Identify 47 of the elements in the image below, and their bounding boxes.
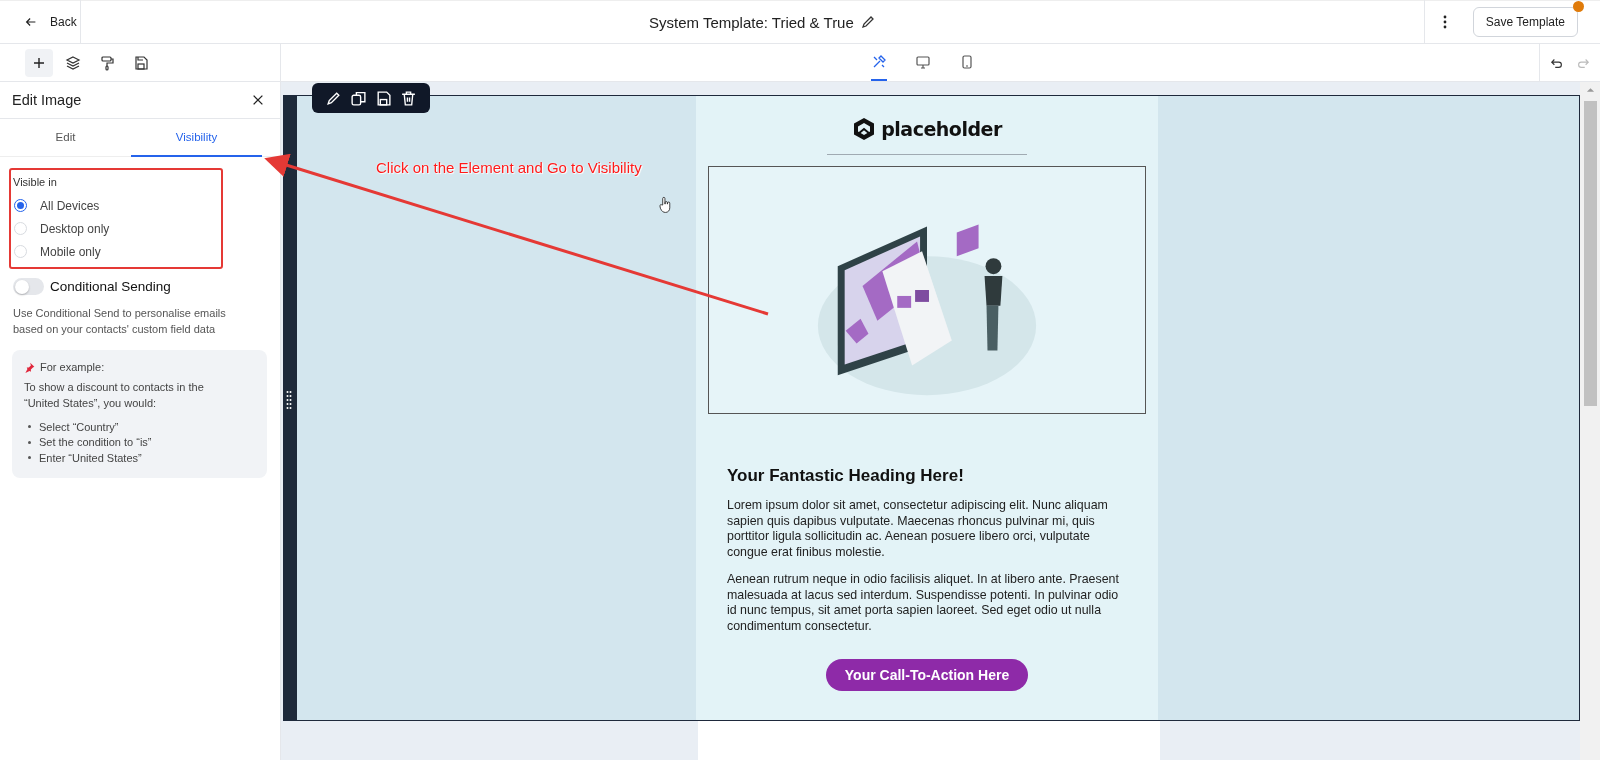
example-step: Enter “United States” [39,451,142,464]
bullet-icon [28,425,31,429]
radio-label[interactable]: All Devices [40,198,100,213]
pencil-icon[interactable] [859,14,876,30]
monitor-icon [915,53,931,70]
scrollbar[interactable] [1580,82,1600,760]
trash-icon[interactable] [400,89,417,107]
panel-tab[interactable]: Visibility [131,119,262,157]
example-step: Set the condition to “is” [39,436,152,449]
email-heading: Your Fantastic Heading Here! [727,466,965,486]
radio-label[interactable]: Mobile only [40,244,101,259]
logo-text: placeholder [881,118,1002,140]
save-template-button[interactable]: Save Template [1472,7,1578,37]
pushpin-icon [24,361,35,373]
save-icon[interactable] [375,89,392,107]
hand-cursor-icon [659,196,672,214]
example-step: Select “Country” [39,420,119,433]
template-title: System Template: Tried & True [649,13,854,31]
call-to-action-button[interactable]: Your Call-To-Action Here [825,659,1029,691]
visible-in-label: Visible in [13,176,58,188]
duplicate-icon[interactable] [350,89,367,107]
radio-label[interactable]: Desktop only [40,221,110,236]
example-title: For example: [40,361,105,373]
radio-button[interactable] [14,199,27,212]
email-paragraph: Aenean rutrum neque in odio facilisis aliquet. In at libero ante. Praesent malesuada at lacus sed interdum. Suspendisse potenti. In pulvinar odio id nunc tempus, sit amet porta sapien laoreet. Sed eget odio ut nulla condimentum consectetur. [727,572,1120,634]
back-button[interactable]: Back [0,0,81,44]
drag-handle-icon[interactable] [286,390,292,412]
tools-icon [871,53,887,70]
back-arrow-icon [24,15,38,29]
email-section[interactable] [283,95,1580,721]
panel-title: Edit Image [12,92,82,108]
panel-tab[interactable]: Edit [0,119,131,157]
bullet-icon [28,440,31,444]
phone-icon [959,53,975,70]
annotation-text: Click on the Element and Go to Visibility [376,159,642,176]
description-text: Use Conditional Send to personalise emails based on your contacts' custom field data [13,306,227,337]
toggle-switch[interactable] [13,278,44,295]
example-intro: To show a discount to contacts in the “United States”, you would: [24,380,205,411]
conditional-sending-label: Conditional Sending [50,279,171,294]
logo-icon [852,117,877,141]
email-paragraph: Lorem ipsum dolor sit amet, consectetur adipiscing elit. Nunc aliquam sapien quis dapibus vulputate. Maecenas rhoncus pulvinar mi, quis porttitor ligula sollicitudin ac. Aenean posuere libero orci, vulputate congue erat finibus molestie. [727,498,1109,560]
pencil-icon[interactable] [325,89,342,107]
scrollbar-thumb[interactable] [1583,101,1597,406]
more-options-icon[interactable] [1442,14,1447,30]
add-icon[interactable] [25,48,53,77]
bullet-icon [28,456,31,460]
close-icon[interactable] [251,93,265,107]
